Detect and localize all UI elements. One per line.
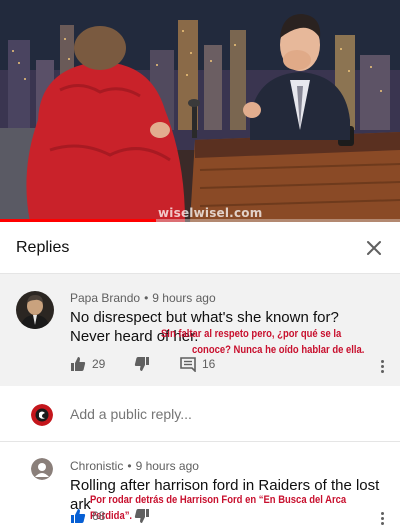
reply-count: 16 (202, 357, 216, 371)
comment-time[interactable]: 9 hours ago (152, 291, 215, 305)
video-watermark: wiselwisel.com (158, 206, 263, 220)
comment-author[interactable]: Papa Brando (70, 291, 140, 305)
reply-button[interactable]: 16 (180, 356, 215, 372)
replies-header: Replies (0, 222, 400, 274)
comment-author[interactable]: Chronistic (70, 459, 123, 473)
thumbs-up-filled-icon (71, 509, 86, 523)
thumbs-up-icon (71, 357, 86, 371)
more-options-button[interactable] (377, 358, 387, 376)
reply-icon (180, 357, 196, 372)
reply-input[interactable] (70, 406, 370, 422)
like-count: 29 (92, 357, 106, 371)
thumbs-down-icon (134, 509, 149, 523)
add-reply-bar (0, 386, 400, 442)
meta-separator: • (144, 291, 149, 305)
close-icon (367, 241, 381, 255)
more-options-button[interactable] (377, 510, 387, 528)
main-comment: Papa Brando • 9 hours ago No disrespect bu… (0, 274, 400, 386)
comment-actions: 29 16 (70, 356, 390, 376)
video-frame-image (0, 0, 400, 222)
more-vert-icon (377, 512, 387, 525)
close-button[interactable] (360, 234, 388, 262)
thumbs-down-icon (134, 357, 149, 371)
replies-title: Replies (16, 239, 70, 256)
comment-actions: 68 (70, 508, 390, 528)
avatar[interactable] (31, 458, 53, 480)
translation-line-1: Sin faltar al respeto pero, ¿por qué se … (161, 328, 342, 340)
dislike-button[interactable] (134, 508, 150, 524)
user-avatar-icon (31, 404, 53, 426)
like-button[interactable]: 68 (70, 508, 105, 524)
meta-separator: • (127, 459, 132, 473)
avatar[interactable] (16, 291, 54, 329)
more-vert-icon (377, 360, 387, 373)
comment-meta: Papa Brando • 9 hours ago (70, 291, 216, 305)
avatar-image (16, 291, 54, 329)
default-avatar-icon (31, 458, 53, 480)
comment-meta: Chronistic • 9 hours ago (70, 459, 199, 473)
video-player[interactable]: wiselwisel.com (0, 0, 400, 222)
like-button[interactable]: 29 (70, 356, 105, 372)
dislike-button[interactable] (134, 356, 150, 372)
current-user-avatar[interactable] (31, 404, 53, 426)
like-count: 68 (92, 509, 106, 523)
reply-comment: Chronistic • 9 hours ago Rolling after har… (0, 442, 400, 532)
comment-time[interactable]: 9 hours ago (136, 459, 199, 473)
